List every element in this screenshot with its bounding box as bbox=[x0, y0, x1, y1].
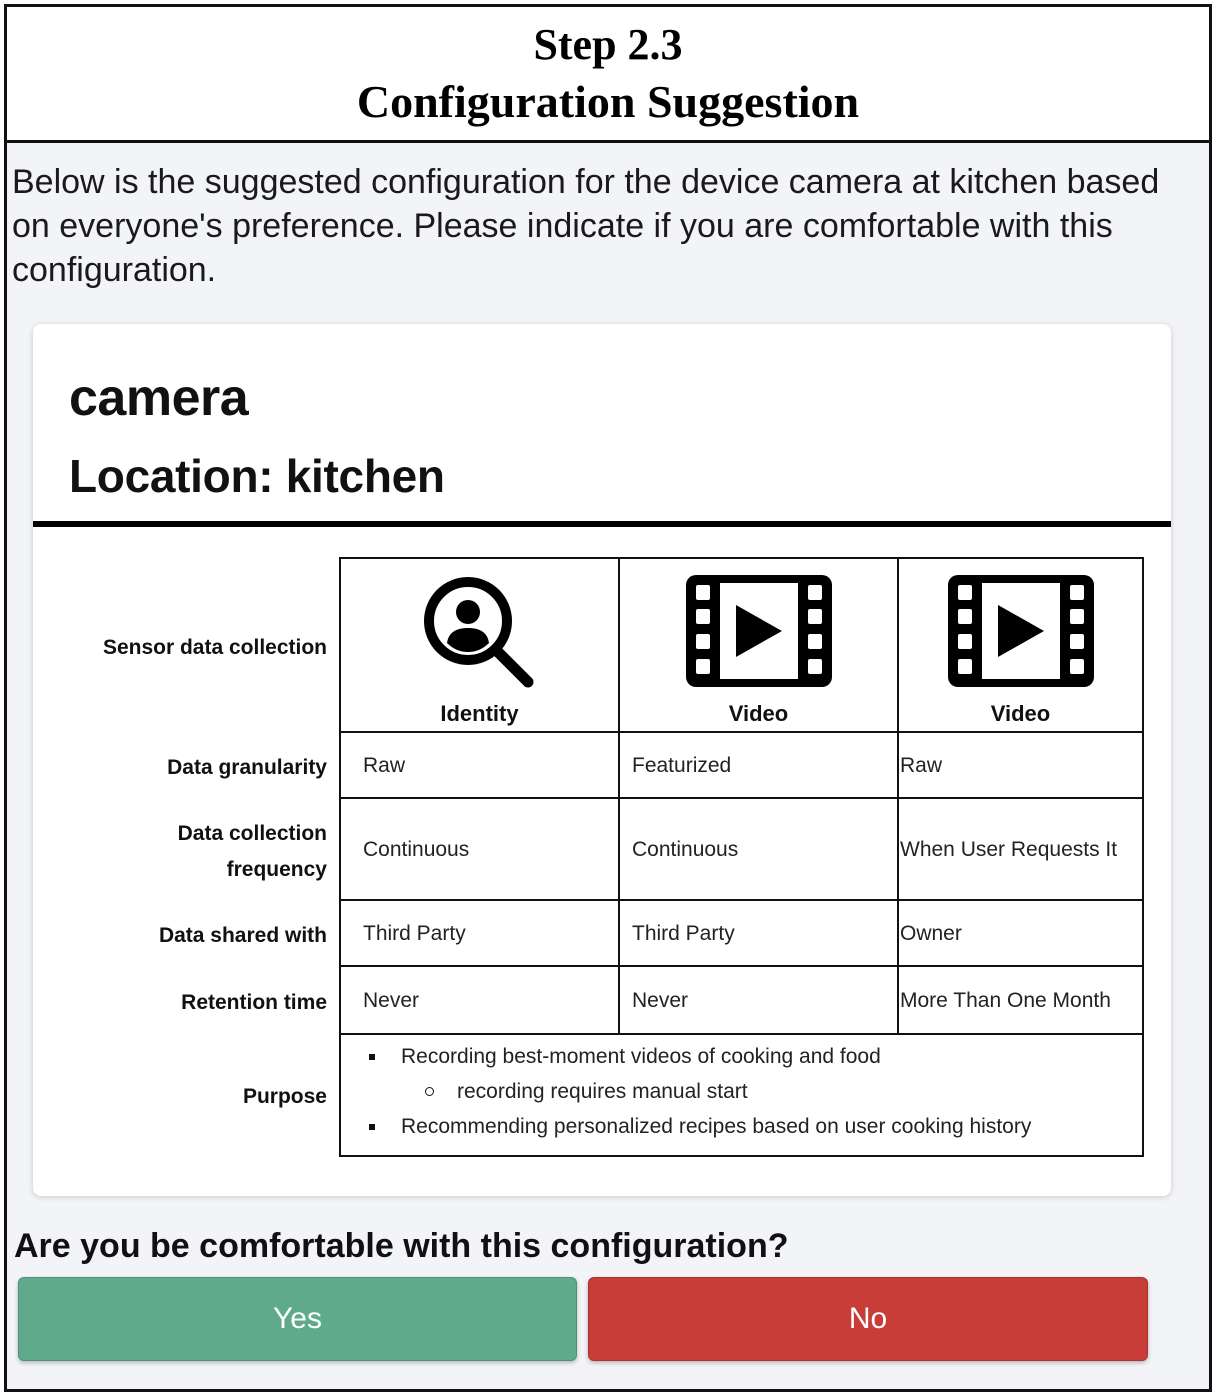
sensor-type-label: Identity bbox=[440, 701, 519, 726]
purpose-list: Recording best-moment videos of cooking … bbox=[363, 1039, 1031, 1144]
row-label-shared: Data shared with bbox=[158, 924, 327, 947]
device-location: Location: kitchen bbox=[69, 450, 445, 502]
granularity-cell: Raw bbox=[363, 754, 406, 777]
sensor-type-label: Video bbox=[728, 701, 789, 726]
column-video-2: Video bbox=[899, 559, 1142, 731]
frequency-cell: Continuous bbox=[632, 838, 739, 861]
video-film-icon bbox=[685, 575, 832, 687]
column-video-1: Video bbox=[620, 559, 897, 731]
row-label-sensor: Sensor data collection bbox=[102, 636, 327, 659]
row-divider bbox=[341, 965, 1142, 967]
row-divider bbox=[341, 797, 1142, 799]
device-card: camera Location: kitchen Sensor data col… bbox=[33, 324, 1171, 1196]
granularity-cell: Raw bbox=[900, 754, 943, 777]
column-identity: Identity bbox=[341, 559, 618, 731]
row-divider bbox=[341, 1033, 1142, 1035]
step-number: Step 2.3 bbox=[533, 19, 683, 69]
sensor-type-label: Video bbox=[990, 701, 1051, 726]
row-label-frequency-2: frequency bbox=[226, 858, 327, 881]
shared-with-cell: Owner bbox=[900, 922, 962, 945]
purpose-item: Recommending personalized recipes based … bbox=[363, 1109, 1031, 1144]
identity-search-icon bbox=[423, 577, 533, 688]
configuration-table: Identity Video Video Raw Featurized Raw … bbox=[339, 557, 1144, 1157]
granularity-cell: Featurized bbox=[632, 754, 732, 777]
retention-cell: More Than One Month bbox=[900, 989, 1111, 1012]
comfort-question: Are you be comfortable with this configu… bbox=[14, 1227, 789, 1265]
card-divider bbox=[33, 521, 1171, 527]
row-label-purpose: Purpose bbox=[242, 1085, 327, 1108]
no-button[interactable]: No bbox=[588, 1277, 1148, 1361]
retention-cell: Never bbox=[632, 989, 689, 1012]
step-header: Step 2.3 Configuration Suggestion bbox=[7, 7, 1209, 143]
intro-text: Below is the suggested configuration for… bbox=[12, 163, 1160, 289]
shared-with-cell: Third Party bbox=[632, 922, 735, 945]
retention-cell: Never bbox=[363, 989, 420, 1012]
shared-with-cell: Third Party bbox=[363, 922, 466, 945]
device-name: camera bbox=[69, 369, 249, 427]
row-label-frequency-1: Data collection bbox=[177, 822, 327, 845]
row-label-retention: Retention time bbox=[181, 991, 327, 1014]
frequency-cell: When User Requests It bbox=[900, 838, 1118, 861]
row-divider bbox=[341, 899, 1142, 901]
yes-button[interactable]: Yes bbox=[18, 1277, 577, 1361]
purpose-item: Recording best-moment videos of cooking … bbox=[363, 1039, 1031, 1074]
purpose-subitem: recording requires manual start bbox=[363, 1074, 1031, 1109]
video-film-icon bbox=[947, 575, 1094, 687]
row-label-granularity: Data granularity bbox=[167, 756, 327, 779]
step-title: Configuration Suggestion bbox=[356, 75, 860, 127]
frequency-cell: Continuous bbox=[363, 838, 470, 861]
row-divider bbox=[341, 731, 1142, 733]
